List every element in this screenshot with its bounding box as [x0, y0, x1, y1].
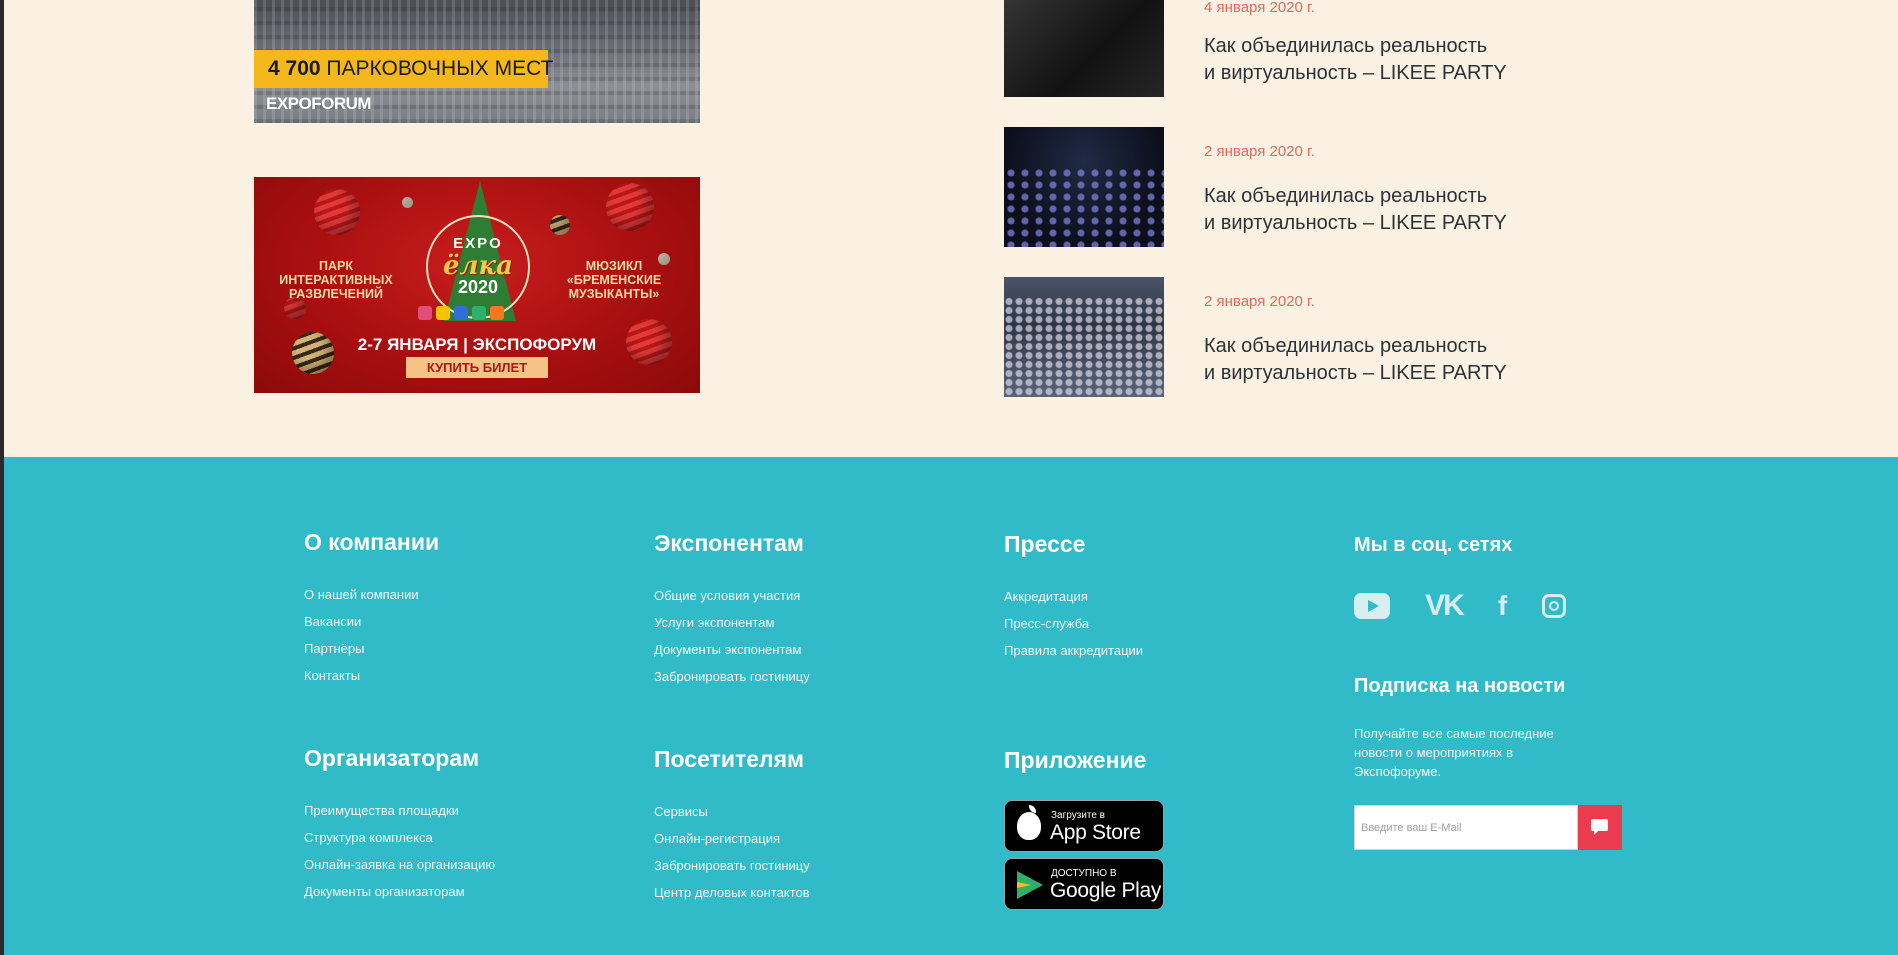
subscribe-description: Получайте все самые последние новости о …	[1354, 726, 1554, 779]
footer-link[interactable]: Вакансии	[304, 608, 439, 635]
ornament-ball	[550, 215, 570, 235]
footer-col-press: Прессе Аккредитация Пресс-служба Правила…	[1004, 531, 1143, 664]
subscribe-form	[1354, 805, 1622, 850]
footer-col-title: Посетителям	[654, 746, 805, 772]
parking-banner[interactable]: 4 700 ПАРКОВОЧНЫХ МЕСТ EXPOFORUM	[254, 0, 700, 123]
footer-link[interactable]: Сервисы	[654, 798, 810, 825]
footer-col-title: Организаторам	[304, 745, 480, 771]
news-date: 2 января 2020 г.	[1204, 293, 1315, 310]
logo-year-text: 2020	[457, 277, 499, 297]
parking-tag: 4 700 ПАРКОВОЧНЫХ МЕСТ	[254, 50, 553, 88]
parking-count: 4 700	[268, 57, 321, 80]
google-play-button[interactable]: ДОСТУПНО В Google Play	[1004, 858, 1164, 910]
news-title-line: Как объединилась реальность	[1204, 335, 1488, 357]
footer-col-exhibitors: Экспонентам Общие условия участия Услуги…	[654, 530, 810, 690]
expo-elka-banner[interactable]: ПАРК ИНТЕРАКТИВНЫХ РАЗВЛЕЧЕНИЙ EXPO ёлка…	[254, 177, 700, 393]
page: 4 700 ПАРКОВОЧНЫХ МЕСТ EXPOFORUM ПАРК ИН…	[4, 0, 1898, 955]
subscribe-button[interactable]	[1578, 805, 1622, 850]
logo-expo-text: EXPO	[453, 235, 503, 252]
footer-link[interactable]: Забронировать гостиницу	[654, 852, 810, 879]
news-item[interactable]: 4 января 2020 г. Как объединилась реальн…	[1004, 0, 1564, 97]
parking-label: ПАРКОВОЧНЫХ МЕСТ	[326, 57, 554, 80]
news-item[interactable]: 2 января 2020 г. Как объединилась реальн…	[1004, 127, 1564, 247]
apple-icon	[1017, 805, 1041, 840]
ornament-ball	[402, 197, 413, 208]
park-label-text: ПАРК ИНТЕРАКТИВНЫХ РАЗВЛЕЧЕНИЙ	[279, 259, 393, 301]
musical-label-text: МЮЗИКЛ «БРЕМЕНСКИЕ МУЗЫКАНТЫ»	[566, 259, 662, 301]
footer-link[interactable]: Забронировать гостиницу	[654, 663, 810, 690]
subscribe-title: Подписка на новости	[1354, 675, 1566, 697]
footer: О компании О нашей компании Вакансии Пар…	[4, 457, 1898, 955]
footer-col-organizers: Организаторам Преимущества площадки Стру…	[304, 745, 495, 905]
footer-link[interactable]: Контакты	[304, 662, 439, 689]
vk-icon[interactable]: VK	[1425, 589, 1465, 623]
news-thumbnail[interactable]	[1004, 277, 1164, 397]
instagram-icon[interactable]	[1542, 594, 1567, 618]
footer-link[interactable]: Онлайн-регистрация	[654, 825, 810, 852]
footer-col-subscribe: Подписка на новости	[1354, 675, 1565, 698]
news-title-line: Как объединилась реальность	[1204, 35, 1488, 57]
google-play-caption: ДОСТУПНО В	[1051, 868, 1117, 879]
footer-col-title: Приложение	[1004, 747, 1147, 773]
footer-links: Аккредитация Пресс-служба Правила аккред…	[1004, 583, 1143, 664]
footer-link[interactable]: Документы экспонентам	[654, 636, 810, 663]
youtube-icon[interactable]	[1354, 593, 1390, 619]
footer-links: Сервисы Онлайн-регистрация Забронировать…	[654, 798, 810, 906]
footer-col-social: Мы в соц. сетях	[1354, 534, 1512, 557]
gift-boxes-icon	[416, 305, 540, 327]
ornament-ball	[314, 189, 360, 235]
news-item[interactable]: 2 января 2020 г. Как объединилась реальн…	[1004, 277, 1564, 397]
footer-link[interactable]: Общие условия участия	[654, 582, 810, 609]
footer-links: Общие условия участия Услуги экспонентам…	[654, 582, 810, 690]
news-title-line: и виртуальность – LIKEE PARTY	[1204, 212, 1507, 234]
message-icon	[1591, 819, 1608, 835]
footer-link[interactable]: О нашей компании	[304, 581, 439, 608]
app-store-label: App Store	[1050, 821, 1141, 844]
footer-link[interactable]: Партнёры	[304, 635, 439, 662]
google-play-icon	[1017, 871, 1043, 899]
footer-link[interactable]: Онлайн-заявка на организацию	[304, 851, 495, 878]
footer-col-company: О компании О нашей компании Вакансии Пар…	[304, 529, 439, 689]
footer-link[interactable]: Аккредитация	[1004, 583, 1143, 610]
news-title[interactable]: Как объединилась реальность и виртуально…	[1204, 183, 1544, 237]
musical-label: МЮЗИКЛ «БРЕМЕНСКИЕ МУЗЫКАНТЫ»	[554, 259, 674, 301]
google-play-label: Google Play	[1050, 879, 1162, 902]
news-date: 4 января 2020 г.	[1204, 0, 1315, 16]
news-date: 2 января 2020 г.	[1204, 143, 1315, 160]
footer-link[interactable]: Центр деловых контактов	[654, 879, 810, 906]
footer-col-visitors: Посетителям Сервисы Онлайн-регистрация З…	[654, 746, 810, 906]
buy-ticket-button[interactable]: КУПИТЬ БИЛЕТ	[406, 357, 548, 378]
park-label: ПАРК ИНТЕРАКТИВНЫХ РАЗВЛЕЧЕНИЙ	[276, 259, 396, 301]
news-title[interactable]: Как объединилась реальность и виртуально…	[1204, 33, 1544, 87]
footer-col-title: Экспонентам	[654, 530, 804, 556]
news-title-line: и виртуальность – LIKEE PARTY	[1204, 362, 1507, 384]
footer-col-title: Мы в соц. сетях	[1354, 534, 1513, 556]
event-date: 2-7 ЯНВАРЯ | ЭКСПОФОРУМ	[357, 335, 597, 354]
news-title-line: и виртуальность – LIKEE PARTY	[1204, 62, 1507, 84]
expoforum-logo: EXPOFORUM	[266, 94, 372, 113]
footer-col-title: О компании	[304, 529, 440, 555]
footer-links: О нашей компании Вакансии Партнёры Конта…	[304, 581, 439, 689]
email-input[interactable]	[1354, 805, 1578, 850]
social-links: VK f	[1354, 589, 1596, 623]
ornament-ball	[606, 183, 654, 231]
news-title-line: Как объединилась реальность	[1204, 185, 1488, 207]
footer-col-title: Прессе	[1004, 531, 1086, 557]
facebook-icon[interactable]: f	[1498, 589, 1507, 623]
news-thumbnail[interactable]	[1004, 0, 1164, 97]
news-thumbnail[interactable]	[1004, 127, 1164, 247]
footer-link[interactable]: Преимущества площадки	[304, 797, 495, 824]
footer-link[interactable]: Услуги экспонентам	[654, 609, 810, 636]
footer-col-app: Приложение	[1004, 747, 1146, 774]
footer-link[interactable]: Документы организаторам	[304, 878, 495, 905]
footer-links: Преимущества площадки Структура комплекс…	[304, 797, 495, 905]
footer-link[interactable]: Пресс-служба	[1004, 610, 1143, 637]
news-title[interactable]: Как объединилась реальность и виртуально…	[1204, 333, 1544, 387]
app-store-button[interactable]: Загрузите в App Store	[1004, 800, 1164, 852]
footer-link[interactable]: Правила аккредитации	[1004, 637, 1143, 664]
footer-link[interactable]: Структура комплекса	[304, 824, 495, 851]
app-store-caption: Загрузите в	[1051, 810, 1105, 821]
